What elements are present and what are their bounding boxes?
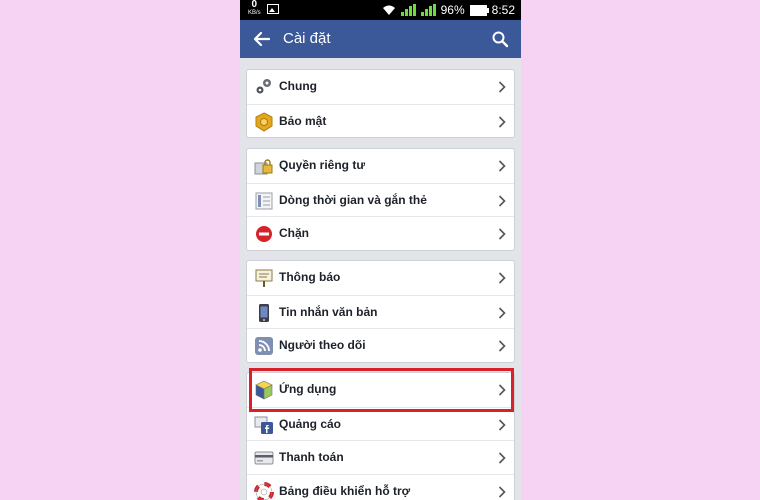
settings-group-privacy: Quyền riêng tư Dòng thời gian và gắn thẻ… — [246, 148, 515, 251]
settings-item-bao-mat[interactable]: Bảo mật — [247, 103, 514, 138]
chevron-right-icon — [498, 194, 506, 207]
chevron-right-icon — [498, 115, 506, 128]
gallery-notification-icon — [266, 4, 279, 14]
page-title: Cài đặt — [283, 30, 331, 47]
settings-item-label: Dòng thời gian và gắn thẻ — [279, 192, 427, 207]
block-icon — [256, 226, 272, 242]
ads-icon — [254, 416, 273, 434]
settings-item-label: Ứng dụng — [279, 382, 337, 396]
network-speed: 0 KB/s — [248, 0, 261, 17]
network-speed-value: 0 — [251, 0, 258, 10]
gears-icon — [256, 79, 271, 94]
settings-item-chung[interactable]: Chung — [247, 70, 514, 104]
status-bar: 0 KB/s 96% 8:52 — [240, 0, 521, 20]
settings-group-apps: Ứng dụng Quảng cáo Thanh toán Bảng điều … — [246, 372, 515, 500]
settings-item-label: Bảng điều khiển hỗ trợ — [279, 483, 411, 498]
settings-item-label: Quảng cáo — [279, 416, 342, 431]
phone-screen: 0 KB/s 96% 8:52 Cài đặt Chung Bảo mật Qu… — [240, 0, 521, 500]
settings-item-label: Thanh toán — [279, 450, 344, 464]
chevron-right-icon — [498, 384, 506, 396]
settings-item-label: Chặn — [279, 226, 309, 240]
notification-board-icon — [255, 269, 273, 287]
lifebuoy-icon — [254, 481, 274, 500]
settings-item-label: Tin nhắn văn bản — [279, 304, 378, 319]
chevron-right-icon — [498, 340, 506, 352]
network-speed-unit: KB/s — [248, 10, 261, 16]
app-cube-icon — [255, 380, 273, 400]
settings-item-tin-nhan-van-ban[interactable]: Tin nhắn văn bản — [247, 294, 514, 329]
signal-icon — [400, 4, 416, 16]
settings-item-label: Bảo mật — [279, 113, 327, 128]
security-badge-icon — [255, 111, 273, 132]
chevron-right-icon — [498, 272, 506, 284]
chevron-right-icon — [498, 418, 506, 431]
settings-item-quyen-rieng-tu[interactable]: Quyền riêng tư — [247, 149, 514, 183]
timeline-icon — [255, 192, 273, 209]
chevron-right-icon — [498, 452, 506, 464]
chevron-right-icon — [498, 160, 506, 172]
signal-2-icon — [420, 4, 436, 16]
settings-item-nguoi-theo-doi[interactable]: Người theo dõi — [247, 328, 514, 362]
battery-percent: 96% — [440, 3, 465, 17]
chevron-right-icon — [498, 306, 506, 319]
chevron-right-icon — [498, 228, 506, 240]
settings-item-quang-cao[interactable]: Quảng cáo — [247, 406, 514, 441]
wifi-icon — [382, 5, 395, 15]
settings-item-dong-thoi-gian[interactable]: Dòng thời gian và gắn thẻ — [247, 182, 514, 217]
settings-item-chan[interactable]: Chặn — [247, 216, 514, 250]
settings-item-label: Quyền riêng tư — [279, 158, 366, 172]
settings-item-label: Chung — [279, 79, 317, 93]
settings-item-ung-dung[interactable]: Ứng dụng — [247, 373, 514, 407]
settings-item-bang-dieu-khien-ho-tro[interactable]: Bảng điều khiển hỗ trợ — [247, 473, 514, 500]
clock-time: 8:52 — [491, 3, 515, 17]
credit-card-icon — [254, 451, 274, 465]
settings-group-general: Chung Bảo mật — [246, 69, 515, 138]
settings-item-label: Thông báo — [279, 270, 341, 284]
back-arrow-icon[interactable] — [252, 29, 272, 49]
settings-item-label: Người theo dõi — [279, 338, 366, 352]
chevron-right-icon — [498, 81, 506, 93]
settings-item-thong-bao[interactable]: Thông báo — [247, 261, 514, 295]
privacy-lock-icon — [254, 159, 273, 175]
mobile-phone-icon — [259, 303, 269, 322]
chevron-right-icon — [498, 485, 506, 498]
rss-feed-icon — [255, 337, 273, 355]
app-bar: Cài đặt — [240, 20, 521, 58]
search-icon[interactable] — [491, 30, 509, 48]
settings-group-notifications: Thông báo Tin nhắn văn bản Người theo dõ… — [246, 260, 515, 363]
battery-icon — [469, 4, 489, 16]
settings-item-thanh-toan[interactable]: Thanh toán — [247, 440, 514, 474]
